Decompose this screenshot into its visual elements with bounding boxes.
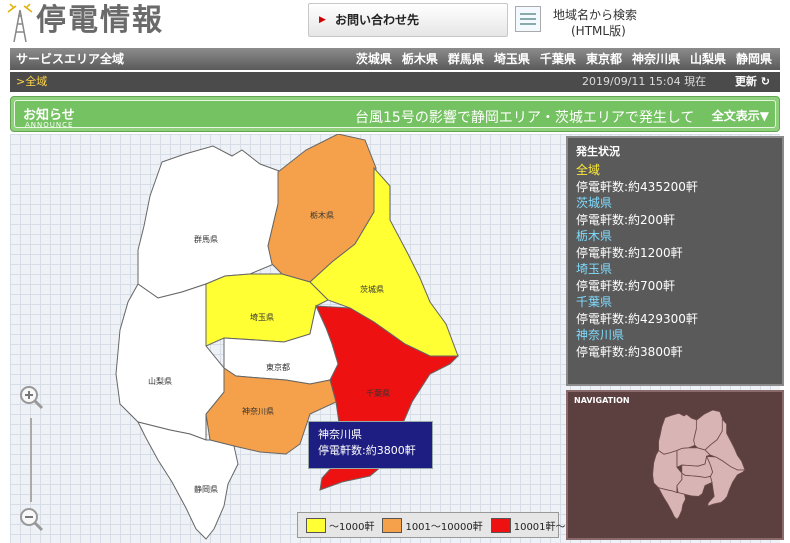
prefecture-link[interactable]: 千葉県 (540, 48, 576, 70)
legend-label: 〜1000軒 (329, 521, 375, 533)
legend-label: 1001〜10000軒 (405, 521, 483, 533)
outage-map[interactable]: 群馬県 栃木県茨城県埼玉県千葉県 東京都神奈川県 山梨県静岡県 (10, 134, 558, 543)
prefecture-link[interactable]: 茨城県 (356, 48, 392, 70)
map-panel: 群馬県 栃木県 茨城県 埼玉県 千葉県 東京都 神奈川県 山梨県 静岡県 〜1000軒 1001〜… (10, 134, 784, 543)
area-search-label: 地域名から検索 (553, 8, 638, 22)
prefecture-label: 茨城県 (360, 284, 384, 294)
status-outage-count: 停電軒数:約3800軒 (576, 344, 683, 359)
prefecture-label: 栃木県 (310, 210, 334, 220)
refresh-label: 更新 (734, 75, 757, 88)
legend-swatch (490, 517, 511, 533)
announcement-message: 台風15号の影響で静岡エリア・茨城エリアで発生して (355, 110, 695, 126)
prefecture-label: 山梨県 (148, 376, 172, 386)
status-area-name[interactable]: 千葉県 (576, 294, 774, 311)
tooltip-outage-count: 停電軒数:約3800軒 (318, 444, 416, 457)
site-header: 停電情報 ▶ お問い合わせ先 地域名から検索 (HTML版) (0, 0, 790, 44)
status-outage-count: 停電軒数:約429300軒 (576, 311, 698, 326)
status-outage-count: 停電軒数:約435200軒 (576, 179, 698, 194)
timestamp: 2019/09/11 15:04 現在 (582, 75, 707, 88)
announcement-bar: お知らせ ANNOUNCE 台風15号の影響で静岡エリア・茨城エリアで発生して … (10, 96, 780, 132)
status-area-name[interactable]: 栃木県 (576, 228, 774, 245)
navigation-minimap[interactable]: NAVIGATION (566, 390, 784, 540)
breadcrumb[interactable]: >全域 (16, 72, 47, 92)
prefecture-link[interactable]: 群馬県 (448, 48, 484, 70)
legend-swatch (382, 517, 403, 533)
prefecture-link[interactable]: 山梨県 (690, 48, 726, 70)
prefecture-label: 神奈川県 (242, 406, 274, 416)
status-outage-count: 停電軒数:約200軒 (576, 212, 675, 227)
refresh-button[interactable]: 更新 ↻ (735, 72, 770, 92)
navigation-title: NAVIGATION (574, 396, 630, 405)
prefecture-label: 群馬県 (194, 234, 218, 244)
page-list-icon (515, 6, 541, 32)
prefecture-links: 茨城県 栃木県 群馬県 埼玉県 千葉県 東京都 神奈川県 山梨県 静岡県 (356, 48, 772, 70)
prefecture-label: 静岡県 (194, 484, 218, 494)
status-bar: >全域 2019/09/11 15:04 現在 更新 ↻ (10, 72, 780, 92)
legend-item: 〜1000軒 (306, 517, 375, 533)
prefecture-link[interactable]: 静岡県 (736, 48, 772, 70)
show-full-text-button[interactable]: 全文表示▼ (712, 107, 769, 124)
contact-button[interactable]: ▶ お問い合わせ先 (308, 3, 508, 37)
map-legend: 〜1000軒 1001〜10000軒 10001軒〜 (297, 512, 566, 538)
legend-swatch (306, 517, 326, 533)
prefecture-link[interactable]: 栃木県 (402, 48, 438, 70)
announcement-subtitle: ANNOUNCE (25, 121, 74, 129)
minimap[interactable] (568, 392, 782, 538)
status-outage-count: 停電軒数:約1200軒 (576, 245, 683, 260)
contact-button-label: お問い合わせ先 (335, 13, 420, 27)
prefecture-label: 千葉県 (366, 388, 390, 398)
prefecture-link[interactable]: 東京都 (586, 48, 622, 70)
prefecture-nav: サービスエリア全域 茨城県 栃木県 群馬県 埼玉県 千葉県 東京都 神奈川県 山梨県 静岡県 (10, 48, 780, 70)
zoom-out-icon[interactable] (18, 506, 44, 532)
area-search-link[interactable]: 地域名から検索 (HTML版) (515, 4, 665, 40)
map-tooltip: 神奈川県 停電軒数:約3800軒 (308, 421, 433, 469)
power-tower-icon (7, 3, 33, 42)
area-search-sublabel: (HTML版) (571, 24, 626, 38)
zoom-slider[interactable] (30, 418, 32, 502)
zoom-in-icon[interactable] (18, 384, 44, 410)
legend-label: 10001軒〜 (513, 521, 566, 533)
prefecture-link[interactable]: 埼玉県 (494, 48, 530, 70)
status-area-name[interactable]: 茨城県 (576, 195, 774, 212)
prefecture-label: 埼玉県 (250, 312, 274, 322)
status-area-name[interactable]: 全域 (576, 162, 774, 179)
site-title: 停電情報 (36, 3, 164, 38)
tooltip-prefecture: 神奈川県 (318, 428, 362, 441)
legend-item: 10001軒〜 (490, 517, 566, 533)
prefecture-label: 東京都 (266, 362, 290, 372)
refresh-icon: ↻ (760, 75, 770, 88)
status-area-name[interactable]: 神奈川県 (576, 327, 774, 344)
status-panel-title: 発生状況 (576, 145, 620, 158)
legend-item: 1001〜10000軒 (382, 517, 483, 533)
status-area-name[interactable]: 埼玉県 (576, 261, 774, 278)
service-area-link[interactable]: サービスエリア全域 (16, 48, 124, 70)
status-outage-count: 停電軒数:約700軒 (576, 278, 675, 293)
prefecture-link[interactable]: 神奈川県 (632, 48, 680, 70)
outage-status-panel: 発生状況 全域 停電軒数:約435200軒 茨城県 停電軒数:約200軒 栃木県 停電軒数… (566, 136, 784, 386)
triangle-right-icon: ▶ (319, 15, 326, 25)
